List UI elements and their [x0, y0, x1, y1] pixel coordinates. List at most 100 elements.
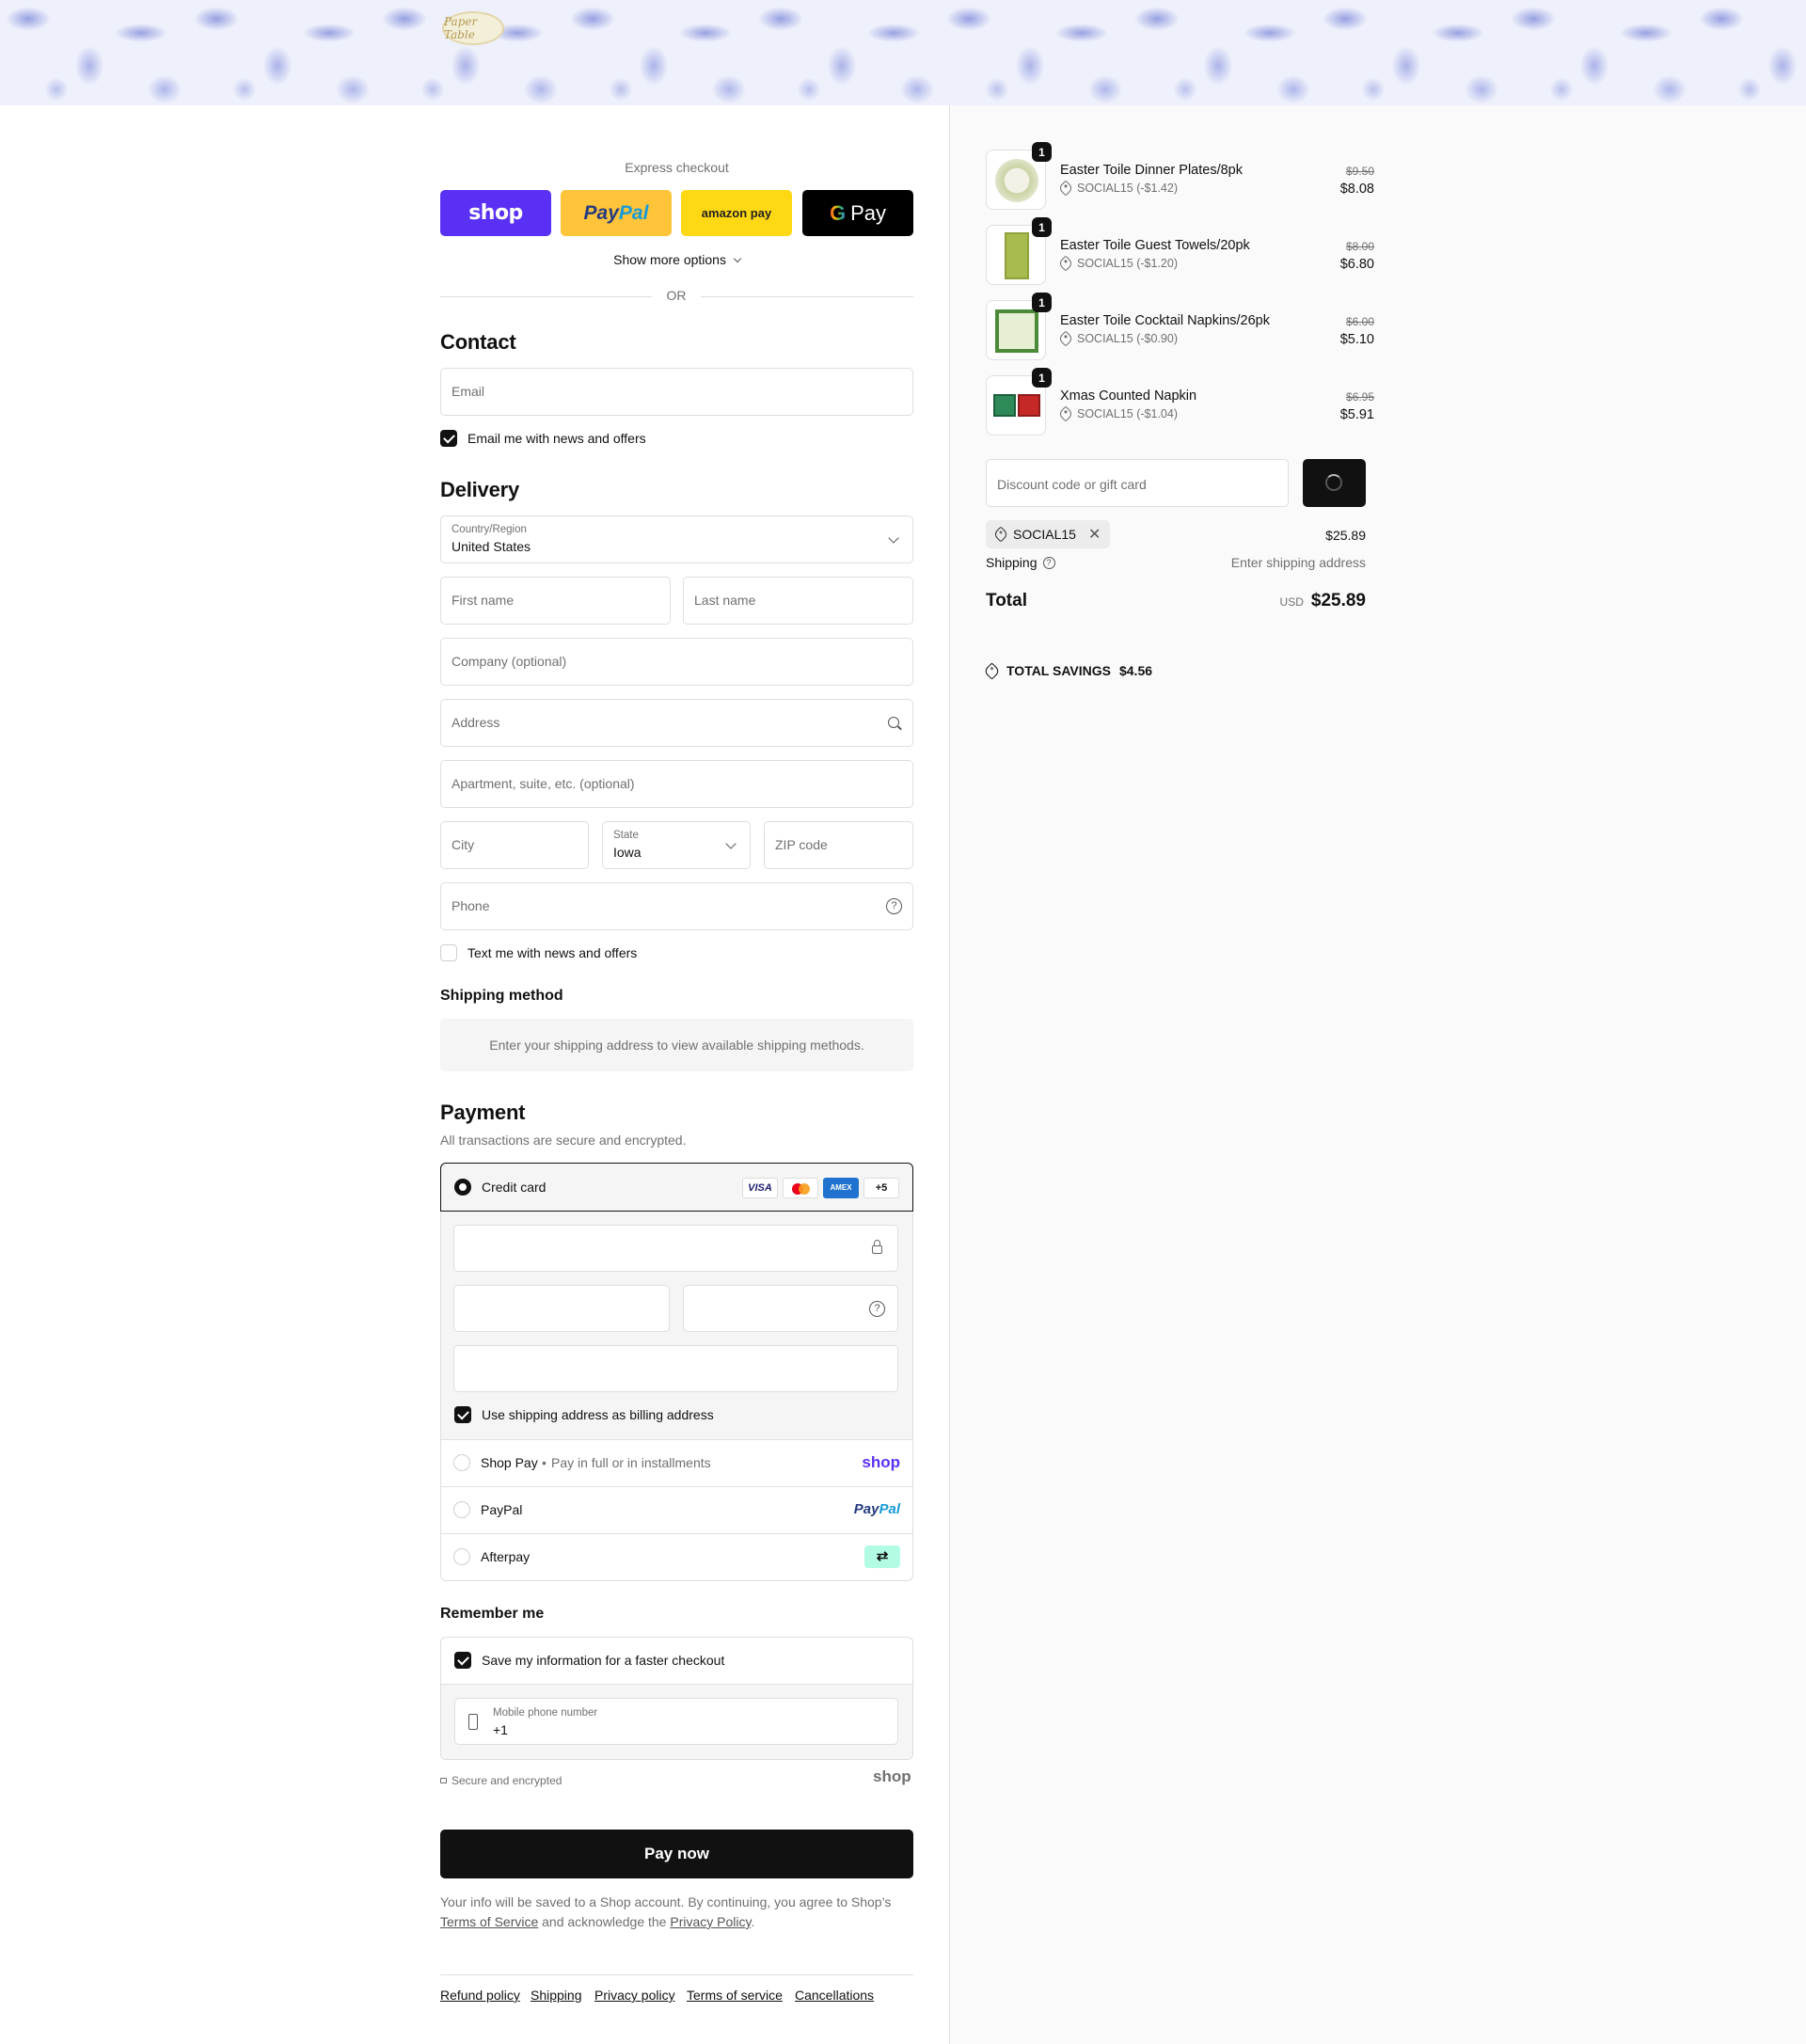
shipping-policy-link[interactable]: Shipping: [531, 1988, 582, 2003]
cart-item-name: Easter Toile Dinner Plates/8pk: [1060, 163, 1243, 178]
first-name-field[interactable]: First name: [440, 577, 671, 625]
visa-icon: VISA: [742, 1178, 778, 1198]
email-optin-label: Email me with news and offers: [467, 431, 646, 446]
towel-image: [1005, 232, 1029, 279]
city-field[interactable]: City: [440, 821, 589, 869]
xmas-napkin-image: [993, 394, 1016, 417]
cart-item-price: $6.80: [1339, 257, 1374, 272]
help-circle-icon[interactable]: ?: [1042, 556, 1055, 569]
subtotal-value: $25.89: [1325, 528, 1366, 543]
terms-of-service-link[interactable]: Terms of Service: [440, 1914, 538, 1929]
tag-icon: [1057, 255, 1074, 272]
shop-pay-radio[interactable]: [453, 1454, 470, 1471]
delivery-heading: Delivery: [440, 478, 520, 501]
paypal-express-button[interactable]: PayPal: [561, 190, 672, 236]
total-amount: USD $25.89: [1279, 591, 1366, 610]
security-code-field[interactable]: ?: [683, 1285, 898, 1332]
afterpay-option[interactable]: Afterpay ⇄: [440, 1533, 913, 1580]
quantity-badge: 1: [1032, 142, 1052, 162]
save-info-label: Save my information for a faster checkou…: [482, 1653, 725, 1668]
save-info-checkbox[interactable]: [454, 1652, 471, 1669]
chevron-down-icon: [733, 254, 742, 263]
tag-icon: [983, 661, 1001, 680]
apartment-field[interactable]: Apartment, suite, etc. (optional): [440, 760, 913, 808]
store-logo[interactable]: Paper Table: [442, 11, 504, 45]
expiration-date-field[interactable]: [453, 1285, 670, 1332]
email-optin-checkbox[interactable]: [440, 430, 457, 447]
shipping-method-heading: Shipping method: [440, 988, 563, 1004]
refund-policy-link[interactable]: Refund policy: [440, 1988, 520, 2003]
loading-spinner-icon: [1325, 474, 1342, 491]
tag-icon: [1057, 180, 1074, 197]
remove-discount-icon[interactable]: ✕: [1088, 525, 1101, 544]
zip-code-field[interactable]: ZIP code: [764, 821, 913, 869]
privacy-policy-link[interactable]: Privacy Policy: [670, 1914, 751, 1929]
sms-optin-checkbox[interactable]: [440, 944, 457, 961]
cart-item-discount: SOCIAL15 (-$0.90): [1057, 330, 1178, 347]
terms-of-service-footer-link[interactable]: Terms of service: [687, 1988, 783, 2003]
help-circle-icon[interactable]: ?: [869, 1301, 885, 1317]
total-label: Total: [986, 591, 1027, 610]
or-divider-label: OR: [666, 288, 687, 303]
paypal-logo: PayPal: [853, 1501, 900, 1517]
mastercard-icon: [783, 1178, 818, 1198]
afterpay-logo-icon: ⇄: [864, 1545, 900, 1568]
billing-same-checkbox[interactable]: [454, 1406, 471, 1423]
product-thumbnail: 1: [986, 142, 1052, 210]
credit-card-radio[interactable]: [454, 1179, 471, 1196]
privacy-policy-footer-link[interactable]: Privacy policy: [594, 1988, 675, 2003]
apply-discount-button[interactable]: [1303, 459, 1366, 507]
product-thumbnail: 1: [986, 293, 1052, 360]
last-name-field[interactable]: Last name: [683, 577, 913, 625]
address-field[interactable]: Address: [440, 699, 913, 747]
lock-icon: [872, 1245, 882, 1254]
shop-logo: shop: [873, 1767, 911, 1785]
company-field[interactable]: Company (optional): [440, 638, 913, 686]
payment-subtitle: All transactions are secure and encrypte…: [440, 1133, 687, 1148]
google-pay-express-button[interactable]: G Pay: [802, 190, 913, 236]
state-select[interactable]: State Iowa: [602, 821, 751, 869]
credit-card-option[interactable]: Credit card VISA AMEX +5: [440, 1163, 913, 1212]
sms-optin-label: Text me with news and offers: [467, 945, 638, 960]
shop-pay-option[interactable]: Shop Pay • Pay in full or in installment…: [440, 1439, 913, 1486]
mobile-phone-icon: [468, 1714, 478, 1730]
email-field[interactable]: Email: [440, 368, 913, 416]
quantity-badge: 1: [1032, 293, 1052, 312]
country-select[interactable]: Country/Region United States: [440, 515, 913, 563]
help-circle-icon[interactable]: ?: [886, 898, 902, 914]
show-more-options-link[interactable]: Show more options: [440, 252, 913, 267]
amazon-pay-express-button[interactable]: amazon pay: [681, 190, 792, 236]
header-banner: [0, 0, 1806, 105]
remember-me-heading: Remember me: [440, 1606, 545, 1622]
pay-now-button[interactable]: Pay now: [440, 1830, 913, 1878]
paypal-option[interactable]: PayPal PayPal: [440, 1486, 913, 1533]
cart-item-name: Easter Toile Cocktail Napkins/26pk: [1060, 313, 1270, 328]
billing-same-label: Use shipping address as billing address: [482, 1407, 714, 1422]
divider-left: [440, 296, 652, 297]
cart-item-price: $5.91: [1339, 407, 1374, 422]
discount-code-field[interactable]: Discount code or gift card: [986, 459, 1289, 507]
name-on-card-field[interactable]: [453, 1345, 898, 1392]
cart-item-name: Xmas Counted Napkin: [1060, 388, 1197, 404]
lock-icon: [440, 1778, 447, 1783]
contact-heading: Contact: [440, 330, 516, 354]
cancellations-link[interactable]: Cancellations: [795, 1988, 874, 2003]
footer-divider: [440, 1974, 913, 1975]
afterpay-radio[interactable]: [453, 1548, 470, 1565]
express-checkout-title: Express checkout: [625, 160, 729, 175]
card-number-field[interactable]: [453, 1225, 898, 1272]
phone-field[interactable]: Phone ?: [440, 882, 913, 930]
cart-item-original-price: $6.00: [1345, 315, 1374, 328]
cart-item-discount: SOCIAL15 (-$1.20): [1057, 255, 1178, 272]
google-g-icon: G: [829, 200, 847, 225]
napkin-image: [995, 309, 1038, 353]
cart-item-price: $5.10: [1339, 332, 1374, 347]
cart-item-price: $8.08: [1339, 182, 1374, 197]
shop-pay-express-button[interactable]: shop: [440, 190, 551, 236]
mobile-phone-field[interactable]: Mobile phone number +1: [454, 1698, 898, 1745]
cart-item-discount: SOCIAL15 (-$1.42): [1057, 180, 1178, 197]
chevron-down-icon: [888, 532, 899, 544]
cart-item-name: Easter Toile Guest Towels/20pk: [1060, 238, 1250, 253]
paypal-radio[interactable]: [453, 1501, 470, 1518]
plate-image: [995, 159, 1038, 202]
